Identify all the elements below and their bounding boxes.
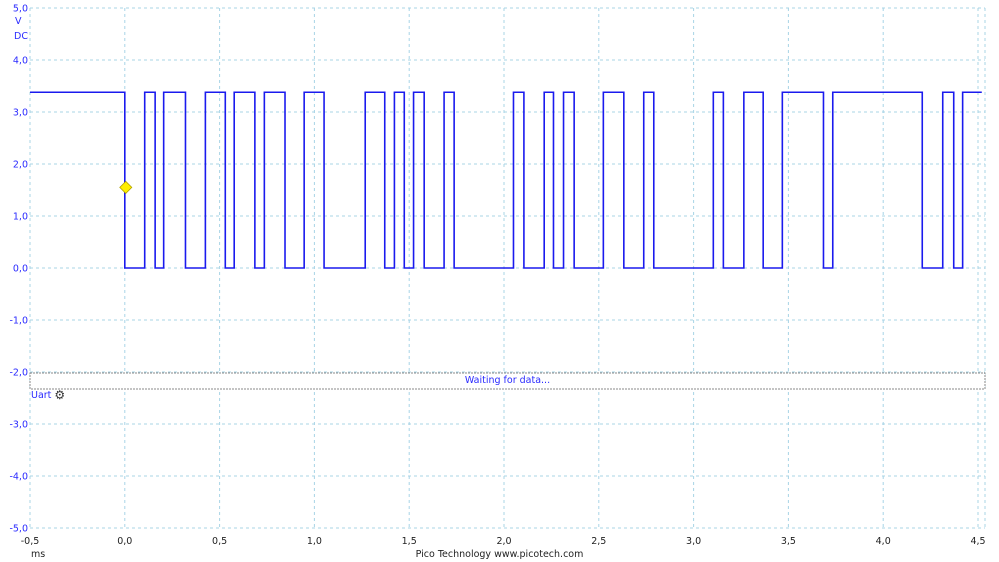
gear-icon[interactable]: ⚙ bbox=[54, 389, 65, 401]
x-tick-label: -0,5 bbox=[21, 536, 40, 547]
x-tick-label: 1,0 bbox=[307, 536, 322, 547]
footer-credit: Pico Technology www.picotech.com bbox=[415, 549, 584, 560]
x-tick-label: 0,0 bbox=[117, 536, 132, 547]
x-tick-label: 4,0 bbox=[876, 536, 891, 547]
y-tick-label: -5,0 bbox=[9, 524, 28, 535]
y-tick-label: 0,0 bbox=[13, 264, 28, 275]
x-tick-label: 2,5 bbox=[591, 536, 606, 547]
decoder-status: Waiting for data... bbox=[464, 375, 551, 386]
x-tick-label: 4,5 bbox=[970, 536, 985, 547]
channel-a-trace bbox=[30, 91, 982, 269]
x-tick-label: 3,5 bbox=[781, 536, 796, 547]
y-tick-label: -1,0 bbox=[9, 316, 28, 327]
y-tick-label: -4,0 bbox=[9, 472, 28, 483]
y-unit-label: V bbox=[15, 16, 22, 27]
y-tick-label: 2,0 bbox=[13, 160, 28, 171]
trigger-marker-icon[interactable] bbox=[119, 180, 133, 194]
y-axis-labels: 5,0 4,0 3,0 2,0 1,0 0,0 -1,0 -2,0 -3,0 -4,0 -5,0 bbox=[9, 4, 28, 535]
scope-plot[interactable]: 5,0 4,0 3,0 2,0 1,0 0,0 -1,0 -2,0 -3,0 -4,0 -5,0 -… bbox=[0, 0, 999, 562]
x-tick-label: 0,5 bbox=[212, 536, 227, 547]
y-tick-label: 4,0 bbox=[13, 56, 28, 67]
y-tick-label: 1,0 bbox=[13, 212, 28, 223]
y-coupling-label: DC bbox=[14, 31, 28, 42]
x-tick-label: 2,0 bbox=[496, 536, 511, 547]
x-tick-label: 1,5 bbox=[402, 536, 417, 547]
decoder-label: Uart ⚙ bbox=[31, 389, 65, 401]
x-tick-label: 3,0 bbox=[686, 536, 701, 547]
y-tick-label: -2,0 bbox=[9, 368, 28, 379]
decoder-name: Uart bbox=[31, 389, 52, 401]
x-axis-labels: -0,5 0,0 0,5 1,0 1,5 2,0 2,5 3,0 3,5 4,0 4,5 bbox=[21, 536, 986, 547]
y-tick-label: 5,0 bbox=[13, 4, 28, 15]
y-tick-label: 3,0 bbox=[13, 108, 28, 119]
y-tick-label: -3,0 bbox=[9, 420, 28, 431]
